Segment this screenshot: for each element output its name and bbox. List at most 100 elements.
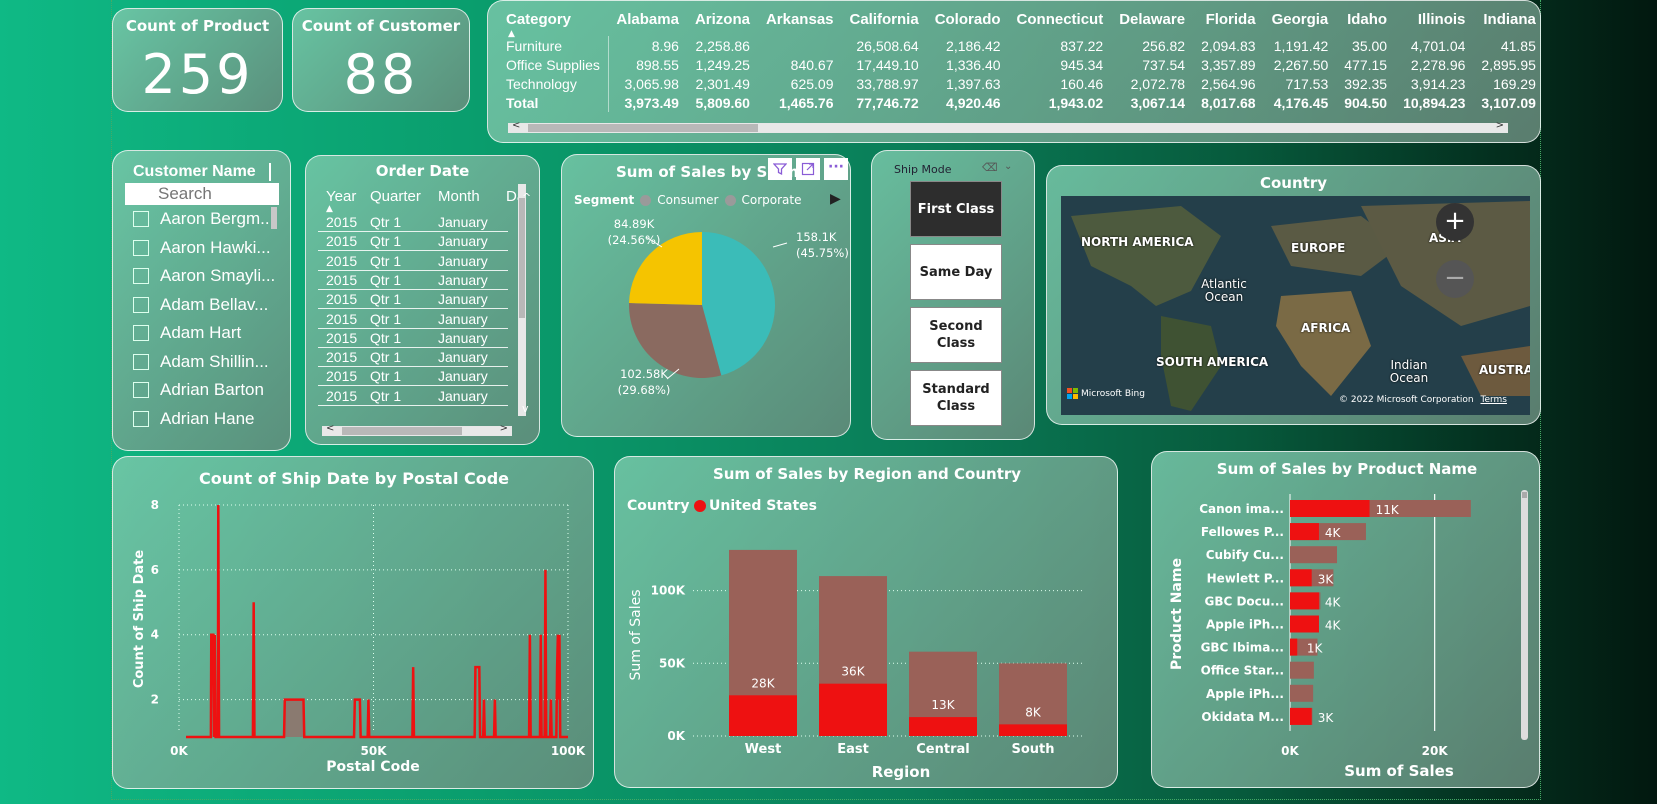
sales-by-region-chart[interactable]: Sum of Sales by Region and Country Countr…	[614, 456, 1118, 788]
column-header-state[interactable]: Arizona	[687, 11, 758, 36]
series-bar[interactable]	[999, 724, 1067, 736]
category-state-matrix[interactable]: Category Alabama Arizona Arkansas California…	[487, 0, 1541, 143]
column-header-state[interactable]: Illinois	[1395, 11, 1473, 36]
search-input[interactable]	[125, 183, 279, 205]
column-header-category[interactable]: Category	[502, 11, 608, 36]
column-header-state[interactable]: Indiana	[1473, 11, 1540, 36]
column-header-state[interactable]: Colorado	[927, 11, 1009, 36]
slicer-scrollbar[interactable]	[271, 207, 277, 229]
table-cell: 26,508.64	[856, 37, 919, 54]
checkbox[interactable]	[133, 268, 149, 284]
table-row[interactable]: 2015 Qtr 1 January	[318, 386, 508, 406]
kpi-card-product[interactable]: Count of Product 259	[112, 8, 283, 112]
checkbox[interactable]	[133, 211, 149, 227]
checkbox[interactable]	[133, 410, 149, 427]
table-cell: 2015	[326, 214, 358, 230]
order-date-table[interactable]: Order Date Year Quarter Month Da ▲ 2015 Q…	[305, 155, 540, 445]
series-bar[interactable]	[1290, 592, 1319, 610]
table-cell: 737.54	[1142, 56, 1186, 73]
sales-by-product-chart[interactable]: Sum of Sales by Product Name 11K Canon ima…	[1151, 451, 1540, 788]
slicer-item[interactable]: Aaron Smayli...	[133, 266, 275, 286]
scrollbar-thumb[interactable]	[1522, 492, 1527, 498]
column-header-state[interactable]: Alabama	[608, 11, 687, 36]
table-row[interactable]: 2015 Qtr 1 January	[318, 366, 508, 387]
sales-by-segment-pie[interactable]: Sum of Sales by Segm ··· Segment Consume…	[561, 154, 851, 437]
table-row[interactable]: 2015 Qtr 1 January	[318, 212, 508, 232]
column-header-state[interactable]: Delaware	[1111, 11, 1193, 36]
kpi-card-customer[interactable]: Count of Customer 88	[292, 8, 470, 112]
ship-mode-option[interactable]: Standard Class	[910, 370, 1002, 426]
column-header-state[interactable]: Idaho	[1336, 11, 1395, 36]
series-bar[interactable]	[1290, 707, 1312, 725]
column-header-state[interactable]: Georgia	[1264, 11, 1337, 36]
vertical-scrollbar[interactable]	[1521, 490, 1528, 740]
zoom-out-button[interactable]: −	[1436, 260, 1474, 298]
zoom-in-button[interactable]: +	[1436, 203, 1474, 241]
checkbox[interactable]	[133, 382, 149, 398]
slicer-item[interactable]: Adam Shillin...	[133, 352, 269, 372]
series-bar[interactable]	[1290, 638, 1298, 656]
column-header-state[interactable]: Florida	[1193, 11, 1264, 36]
total-bar[interactable]	[1290, 661, 1314, 679]
table-row[interactable]: 2015 Qtr 1 January	[318, 251, 508, 271]
checkbox[interactable]	[133, 239, 149, 256]
ship-mode-option[interactable]: Same Day	[910, 244, 1002, 300]
ship-date-by-postal-chart[interactable]: Count of Ship Date by Postal Code 2 4 6 8 0K 5…	[112, 456, 594, 789]
horizontal-scrollbar[interactable]: < >	[322, 423, 512, 436]
checkbox[interactable]	[133, 296, 149, 313]
series-bar[interactable]	[1290, 615, 1319, 633]
ship-mode-slicer[interactable]: Ship Mode ⌫ ⌄ First Class Same Day Second …	[871, 150, 1035, 440]
column-header-state[interactable]: California	[842, 11, 927, 36]
series-bar[interactable]	[1290, 569, 1312, 587]
legend-item[interactable]: United States	[709, 498, 817, 514]
table-row[interactable]: 2015 Qtr 1 January	[318, 231, 508, 252]
table-row[interactable]: 2015 Qtr 1 January	[318, 289, 508, 310]
slicer-item[interactable]: Adrian Hane	[133, 409, 255, 429]
country-map[interactable]: Country NORTH AMERICAEUROPEASIAAtlantic …	[1046, 165, 1541, 425]
series-line[interactable]	[186, 504, 568, 739]
customer-name-slicer[interactable]: Customer Name Aaron Bergm... Aaron Hawki.…	[112, 150, 291, 451]
total-bar[interactable]	[1290, 546, 1338, 564]
scrollbar-thumb[interactable]	[519, 198, 525, 318]
terms-link[interactable]: Terms	[1480, 395, 1507, 405]
map-canvas[interactable]: NORTH AMERICAEUROPEASIAAtlantic OceanAFR…	[1061, 196, 1530, 415]
table-row[interactable]: 2015 Qtr 1 January	[318, 309, 508, 329]
column-header-state[interactable]: Arkansas	[758, 11, 842, 36]
series-bar[interactable]	[909, 717, 977, 736]
series-bar[interactable]	[819, 683, 887, 736]
column-header-quarter[interactable]: Quarter	[370, 188, 421, 205]
scroll-up-icon[interactable]: ^	[522, 191, 531, 204]
slicer-item[interactable]: Adam Hart	[133, 323, 241, 343]
sort-arrow-icon[interactable]: ▲	[508, 29, 515, 39]
ship-mode-option[interactable]: Second Class	[910, 307, 1002, 363]
vertical-scrollbar[interactable]	[518, 184, 526, 416]
column-header-state[interactable]: Connecticut	[1009, 11, 1112, 36]
scroll-down-icon[interactable]: v	[522, 402, 529, 415]
table-row[interactable]: 2015 Qtr 1 January	[318, 270, 508, 290]
series-bar[interactable]	[1290, 523, 1319, 541]
slicer-item[interactable]: Aaron Hawki...	[133, 238, 271, 258]
checkbox[interactable]	[133, 353, 149, 370]
chevron-down-icon[interactable]: ⌄	[1004, 161, 1012, 172]
scroll-right-icon[interactable]: >	[1496, 120, 1504, 131]
scroll-right-icon[interactable]: >	[500, 423, 508, 434]
checkbox[interactable]	[133, 325, 149, 341]
table-row[interactable]: 2015 Qtr 1 January	[318, 347, 508, 368]
slicer-item[interactable]: Adrian Barton	[133, 380, 264, 400]
column-header-year[interactable]: Year	[326, 188, 356, 205]
slicer-item[interactable]: Aaron Bergm...	[133, 209, 274, 229]
scroll-left-icon[interactable]: <	[512, 120, 520, 131]
slicer-item[interactable]: Adam Bellav...	[133, 295, 268, 315]
series-bar[interactable]	[729, 695, 797, 736]
scrollbar-thumb[interactable]	[342, 427, 462, 435]
total-bar[interactable]	[1290, 684, 1314, 702]
ship-mode-option[interactable]: First Class	[910, 181, 1002, 237]
scroll-left-icon[interactable]: <	[326, 423, 334, 434]
column-header-month[interactable]: Month	[438, 188, 480, 205]
eraser-icon[interactable]: ⌫	[982, 161, 998, 174]
series-bar[interactable]	[1290, 500, 1370, 517]
table-row[interactable]: 2015 Qtr 1 January	[318, 328, 508, 348]
y-tick-label: 2	[151, 693, 159, 707]
matrix-horizontal-scrollbar[interactable]: < >	[508, 120, 1508, 133]
scrollbar-thumb[interactable]	[528, 124, 758, 132]
